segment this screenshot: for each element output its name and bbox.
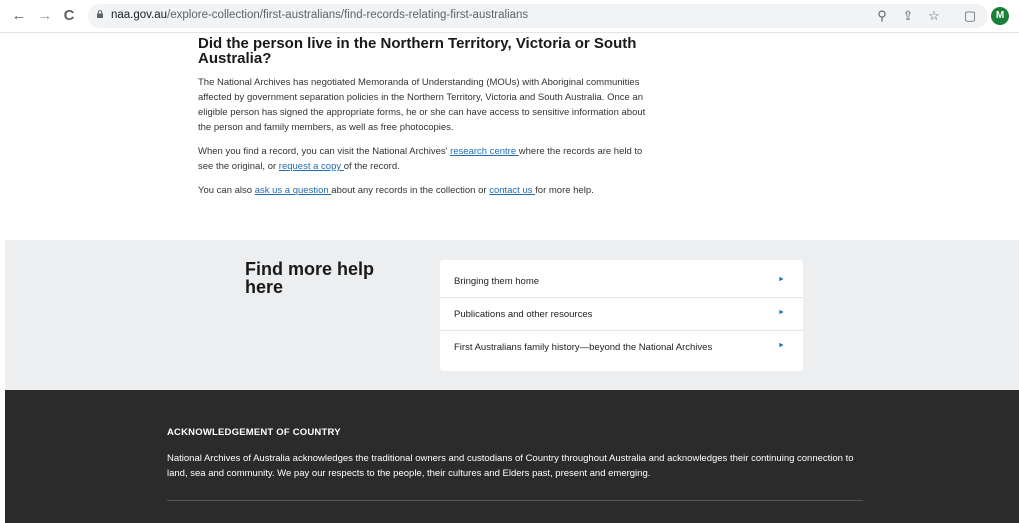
mou-section: Did the person live in the Northern Terr… [198,36,658,198]
arrow-right-icon: ► [778,276,785,283]
zoom-icon[interactable]: ⚲ [874,8,890,24]
text-segment: When you find a record, you can visit th… [198,146,451,157]
help-link-publications[interactable]: Publications and other resources ► [440,298,803,331]
lock-icon[interactable] [96,10,104,18]
help-link-bringing-them-home[interactable]: Bringing them home ► [440,265,803,298]
request-copy-link[interactable]: request a copy [279,161,344,172]
help-links-card: Bringing them home ► Publications and ot… [440,260,803,371]
url-text[interactable]: naa.gov.au/explore-collection/first-aust… [111,9,528,21]
text-segment: about any records in the collection or [331,185,490,196]
forward-arrow-icon[interactable]: → [36,7,54,25]
help-title: Find more help here [245,259,375,297]
help-link-label: First Australians family history—beyond … [454,342,713,353]
find-more-help-section: Find more help here Bringing them home ►… [5,240,1019,390]
help-link-family-history[interactable]: First Australians family history—beyond … [440,331,803,364]
site-footer: ACKNOWLEDGEMENT OF COUNTRY National Arch… [5,390,1019,523]
text-segment: You can also [198,185,255,196]
browser-toolbar: ← → C naa.gov.au/explore-collection/firs… [0,0,1019,33]
text-segment: of the record. [343,161,400,172]
bookmark-star-icon[interactable]: ☆ [926,8,942,24]
footer-divider [167,500,863,501]
url-path: /explore-collection/first-australians/fi… [167,9,529,21]
mou-paragraph: The National Archives has negotiated Mem… [198,77,646,133]
research-centre-link[interactable]: research centre [450,146,519,157]
contact-us-link[interactable]: contact us [489,185,535,196]
arrow-right-icon: ► [778,309,785,316]
help-link-label: Publications and other resources [454,309,593,320]
record-visit-paragraph: When you find a record, you can visit th… [198,144,658,174]
profile-avatar[interactable]: M [991,7,1009,25]
text-segment: for more help. [535,185,594,196]
url-domain: naa.gov.au [111,9,168,21]
share-icon[interactable]: ⇪ [900,8,916,24]
back-arrow-icon[interactable]: ← [10,7,28,25]
acknowledgement-text: National Archives of Australia acknowled… [167,453,854,479]
help-link-label: Bringing them home [454,276,540,287]
acknowledgement-title: ACKNOWLEDGEMENT OF COUNTRY [167,427,341,438]
ask-question-link[interactable]: ask us a question [255,185,332,196]
side-panel-icon[interactable]: ▢ [962,8,978,24]
section-heading: Did the person live in the Northern Terr… [198,35,637,67]
ask-question-paragraph: You can also ask us a question about any… [198,183,658,198]
reload-icon[interactable]: C [60,7,78,25]
arrow-right-icon: ► [778,342,785,349]
